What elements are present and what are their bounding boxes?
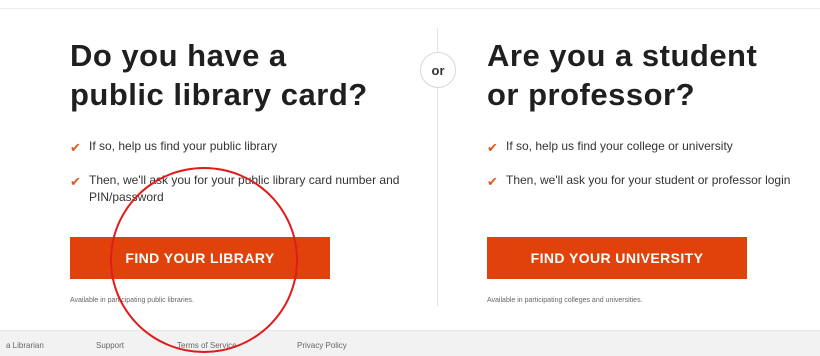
checkmark-icon: ✔: [70, 140, 81, 155]
or-separator: or: [420, 52, 456, 88]
footer-link-terms[interactable]: Terms of Service: [177, 341, 237, 350]
footer-link-ask-librarian[interactable]: a Librarian: [6, 341, 44, 350]
university-availability-note: Available in participating colleges and …: [487, 297, 643, 304]
library-login-choice-page: Do you have a public library card? ✔ If …: [0, 0, 820, 356]
library-bullet-1: If so, help us find your public library: [89, 139, 278, 153]
library-heading-line1: Do you have a: [70, 38, 287, 73]
list-item: ✔ Then, we'll ask you for your public li…: [70, 172, 405, 206]
university-heading-line2: or professor?: [487, 77, 696, 112]
library-heading: Do you have a public library card?: [70, 36, 405, 114]
library-availability-note: Available in participating public librar…: [70, 297, 194, 304]
find-your-university-button[interactable]: FIND YOUR UNIVERSITY: [487, 237, 747, 279]
find-your-library-button[interactable]: FIND YOUR LIBRARY: [70, 237, 330, 279]
footer-link-support[interactable]: Support: [96, 341, 124, 350]
university-heading-line1: Are you a student: [487, 38, 758, 73]
university-bullet-1: If so, help us find your college or univ…: [506, 139, 733, 153]
university-section: Are you a student or professor? ✔ If so,…: [487, 36, 807, 206]
library-heading-line2: public library card?: [70, 77, 368, 112]
list-item: ✔ If so, help us find your public librar…: [70, 138, 405, 155]
list-item: ✔ If so, help us find your college or un…: [487, 138, 807, 155]
list-item: ✔ Then, we'll ask you for your student o…: [487, 172, 807, 189]
footer: a Librarian Support Terms of Service Pri…: [0, 330, 820, 356]
university-bullet-list: ✔ If so, help us find your college or un…: [487, 138, 807, 189]
checkmark-icon: ✔: [70, 174, 81, 189]
university-bullet-2: Then, we'll ask you for your student or …: [506, 173, 791, 187]
footer-link-privacy[interactable]: Privacy Policy: [297, 341, 347, 350]
library-bullet-2: Then, we'll ask you for your public libr…: [89, 173, 400, 204]
checkmark-icon: ✔: [487, 174, 498, 189]
university-heading: Are you a student or professor?: [487, 36, 807, 114]
top-rule: [0, 8, 820, 9]
library-card-section: Do you have a public library card? ✔ If …: [70, 36, 405, 223]
checkmark-icon: ✔: [487, 140, 498, 155]
library-bullet-list: ✔ If so, help us find your public librar…: [70, 138, 405, 206]
